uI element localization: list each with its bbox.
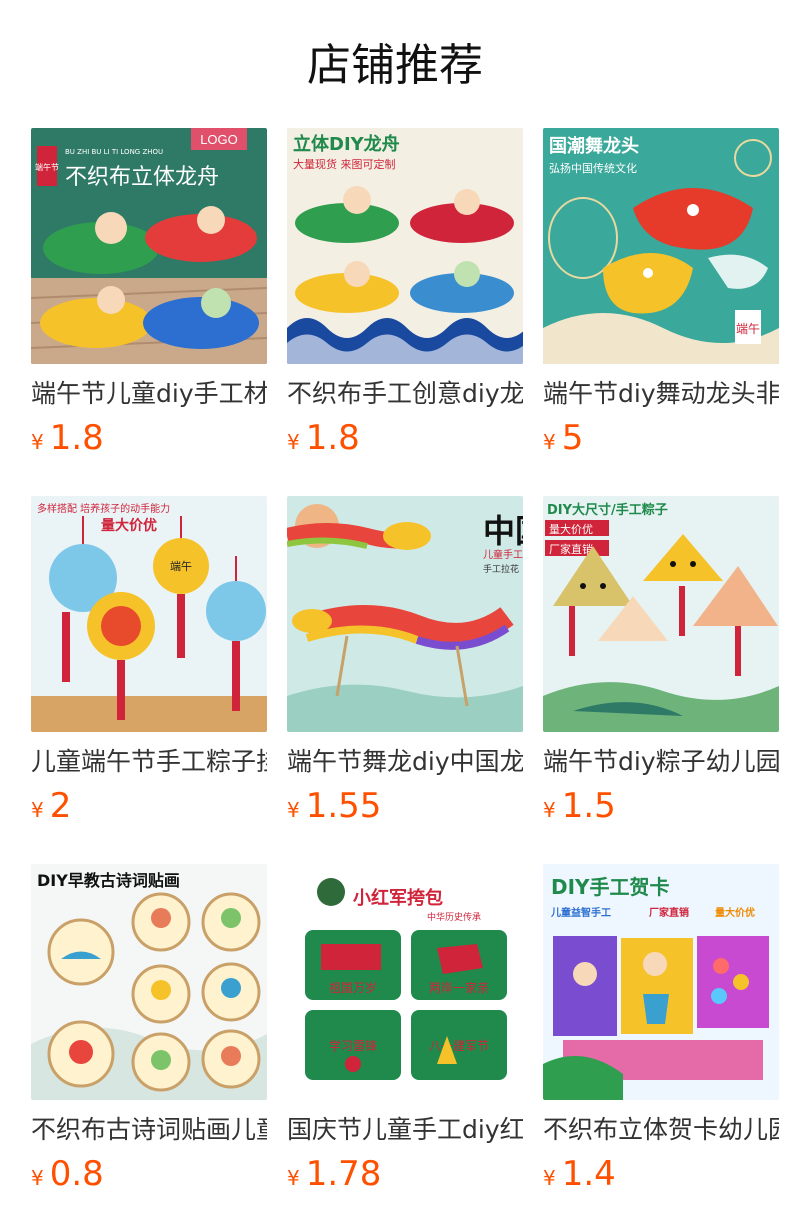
product-image[interactable]: LOGO 端午节 不织布立体龙舟 BU ZHI BU LI TI LONG ZH… bbox=[31, 128, 267, 364]
product-grid: LOGO 端午节 不织布立体龙舟 BU ZHI BU LI TI LONG ZH… bbox=[31, 128, 790, 1232]
product-card[interactable]: DIY大尺寸/手工粽子 量大价优 厂家直销 端午节diy粽子幼儿园 ¥ 1.5 bbox=[543, 496, 779, 864]
product-image[interactable]: 多样搭配 培养孩子的动手能力 量大价优 端午 bbox=[31, 496, 267, 732]
bag-label: 祖国万岁 bbox=[329, 980, 377, 995]
image-subtitle: 大量现货 来图可定制 bbox=[293, 157, 396, 171]
price-value: 2 bbox=[49, 786, 72, 826]
bag-label: 学习雷锋 bbox=[329, 1038, 377, 1053]
product-image[interactable]: DIY早教古诗词贴画 bbox=[31, 864, 267, 1100]
image-headline: 量大价优 bbox=[101, 517, 157, 534]
image-subtitle: 手工拉花 bbox=[483, 563, 519, 575]
product-image[interactable]: 中国龙 儿童手工 手工拉花 bbox=[287, 496, 523, 732]
product-price: ¥5 bbox=[543, 416, 583, 460]
image-headline: 中国龙 bbox=[483, 512, 523, 550]
price-value: 1.5 bbox=[561, 786, 616, 826]
currency-symbol: ¥ bbox=[287, 1166, 300, 1190]
product-price: ¥1.4 bbox=[543, 1152, 616, 1196]
bag-label: 八一建军节 bbox=[429, 1039, 489, 1053]
image-headline: 小红军挎包 bbox=[353, 887, 443, 909]
product-image[interactable]: 国潮舞龙头 弘扬中国传统文化 端午 bbox=[543, 128, 779, 364]
product-card[interactable]: 小红军挎包 中华历史传承 祖国万岁 两岸一家亲 学习雷锋 八一建军节 国庆节儿童 bbox=[287, 864, 523, 1232]
product-card[interactable]: LOGO 端午节 不织布立体龙舟 BU ZHI BU LI TI LONG ZH… bbox=[31, 128, 267, 496]
price-value: 1.78 bbox=[305, 1154, 382, 1194]
product-image[interactable]: 小红军挎包 中华历史传承 祖国万岁 两岸一家亲 学习雷锋 八一建军节 bbox=[287, 864, 523, 1100]
page-title: 店铺推荐 bbox=[307, 40, 483, 91]
currency-symbol: ¥ bbox=[31, 798, 44, 822]
image-headline: DIY大尺寸/手工粽子 bbox=[547, 502, 668, 518]
product-name[interactable]: 端午节diy舞动龙头非遗 bbox=[543, 376, 779, 412]
currency-symbol: ¥ bbox=[31, 1166, 44, 1190]
currency-symbol: ¥ bbox=[287, 798, 300, 822]
price-value: 5 bbox=[561, 418, 584, 458]
image-subtitle: 儿童益智手工 bbox=[550, 906, 611, 919]
product-image[interactable]: DIY手工贺卡 儿童益智手工 厂家直销 量大价优 bbox=[543, 864, 779, 1100]
image-headline: 不织布立体龙舟 bbox=[65, 165, 219, 190]
product-card[interactable]: DIY手工贺卡 儿童益智手工 厂家直销 量大价优 不织布立体贺卡幼儿园 ¥ 1.… bbox=[543, 864, 779, 1232]
price-value: 1.8 bbox=[49, 418, 104, 458]
image-badge: 量大价优 bbox=[549, 522, 593, 536]
product-name[interactable]: 儿童端午节手工粽子挂饰 bbox=[31, 744, 267, 780]
product-card[interactable]: DIY早教古诗词贴画 不织布古诗词贴画儿童 ¥ 0.8 bbox=[31, 864, 267, 1232]
currency-symbol: ¥ bbox=[543, 430, 556, 454]
product-price: ¥1.55 bbox=[287, 784, 381, 828]
product-card[interactable]: 中国龙 儿童手工 手工拉花 端午节舞龙diy中国龙 ¥1.55 bbox=[287, 496, 523, 864]
badge-label: 端午节 bbox=[35, 162, 59, 172]
image-badge: 厂家直销 bbox=[649, 906, 689, 919]
currency-symbol: ¥ bbox=[31, 430, 44, 454]
image-headline: 国潮舞龙头 bbox=[549, 135, 639, 157]
currency-symbol: ¥ bbox=[543, 1166, 556, 1190]
image-subtitle: 厂家直销 bbox=[549, 542, 593, 556]
image-subtitle: 多样搭配 培养孩子的动手能力 bbox=[37, 502, 170, 515]
logo-label: LOGO bbox=[200, 132, 238, 147]
product-card[interactable]: 立体DIY龙舟 大量现货 来图可定制 不织布手工创意diy龙舟 ¥1.8 bbox=[287, 128, 523, 496]
product-price: ¥1.78 bbox=[287, 1152, 381, 1196]
price-value: 1.4 bbox=[561, 1154, 616, 1194]
image-headline: 立体DIY龙舟 bbox=[293, 133, 400, 155]
image-headline: DIY早教古诗词贴画 bbox=[37, 871, 180, 890]
product-card[interactable]: 国潮舞龙头 弘扬中国传统文化 端午 端午节diy舞动龙头非遗 ¥5 bbox=[543, 128, 779, 496]
image-subtitle: BU ZHI BU LI TI LONG ZHOU bbox=[65, 148, 163, 156]
image-subtitle: 中华历史传承 bbox=[427, 911, 481, 923]
product-name[interactable]: 端午节儿童diy手工材料包 bbox=[31, 376, 267, 412]
shop-recommend-page: 店铺推荐 LOGO 端午节 不织布立体龙舟 BU ZHI BU LI TI LO… bbox=[0, 0, 790, 1232]
product-price: ¥2 bbox=[31, 784, 71, 828]
image-badge-2: 量大价优 bbox=[715, 906, 755, 919]
currency-symbol: ¥ bbox=[543, 798, 556, 822]
bag-label: 两岸一家亲 bbox=[429, 980, 489, 995]
currency-symbol: ¥ bbox=[287, 430, 300, 454]
stamp-label: 端午 bbox=[736, 322, 760, 336]
product-name[interactable]: 不织布古诗词贴画儿童 bbox=[31, 1112, 267, 1148]
image-headline: DIY手工贺卡 bbox=[551, 875, 670, 899]
image-subtitle: 弘扬中国传统文化 bbox=[549, 161, 637, 175]
price-value: 1.8 bbox=[305, 418, 360, 458]
product-price: ¥1.8 bbox=[287, 416, 360, 460]
product-card[interactable]: 多样搭配 培养孩子的动手能力 量大价优 端午 儿童端午节手工粽子 ¥ 2 bbox=[31, 496, 267, 864]
product-price: ¥0.8 bbox=[31, 1152, 104, 1196]
product-price: ¥1.8 bbox=[31, 416, 104, 460]
product-name[interactable]: 端午节舞龙diy中国龙 bbox=[287, 744, 523, 780]
product-name[interactable]: 国庆节儿童手工diy红军 bbox=[287, 1112, 523, 1148]
product-image[interactable]: DIY大尺寸/手工粽子 量大价优 厂家直销 bbox=[543, 496, 779, 732]
product-name[interactable]: 不织布手工创意diy龙舟 bbox=[287, 376, 523, 412]
ornament-label: 端午 bbox=[170, 560, 192, 573]
image-badge: 儿童手工 bbox=[483, 548, 523, 561]
product-name[interactable]: 不织布立体贺卡幼儿园 bbox=[543, 1112, 779, 1148]
product-name[interactable]: 端午节diy粽子幼儿园 bbox=[543, 744, 779, 780]
product-image[interactable]: 立体DIY龙舟 大量现货 来图可定制 bbox=[287, 128, 523, 364]
price-value: 0.8 bbox=[49, 1154, 104, 1194]
product-price: ¥1.5 bbox=[543, 784, 616, 828]
price-value: 1.55 bbox=[305, 786, 382, 826]
